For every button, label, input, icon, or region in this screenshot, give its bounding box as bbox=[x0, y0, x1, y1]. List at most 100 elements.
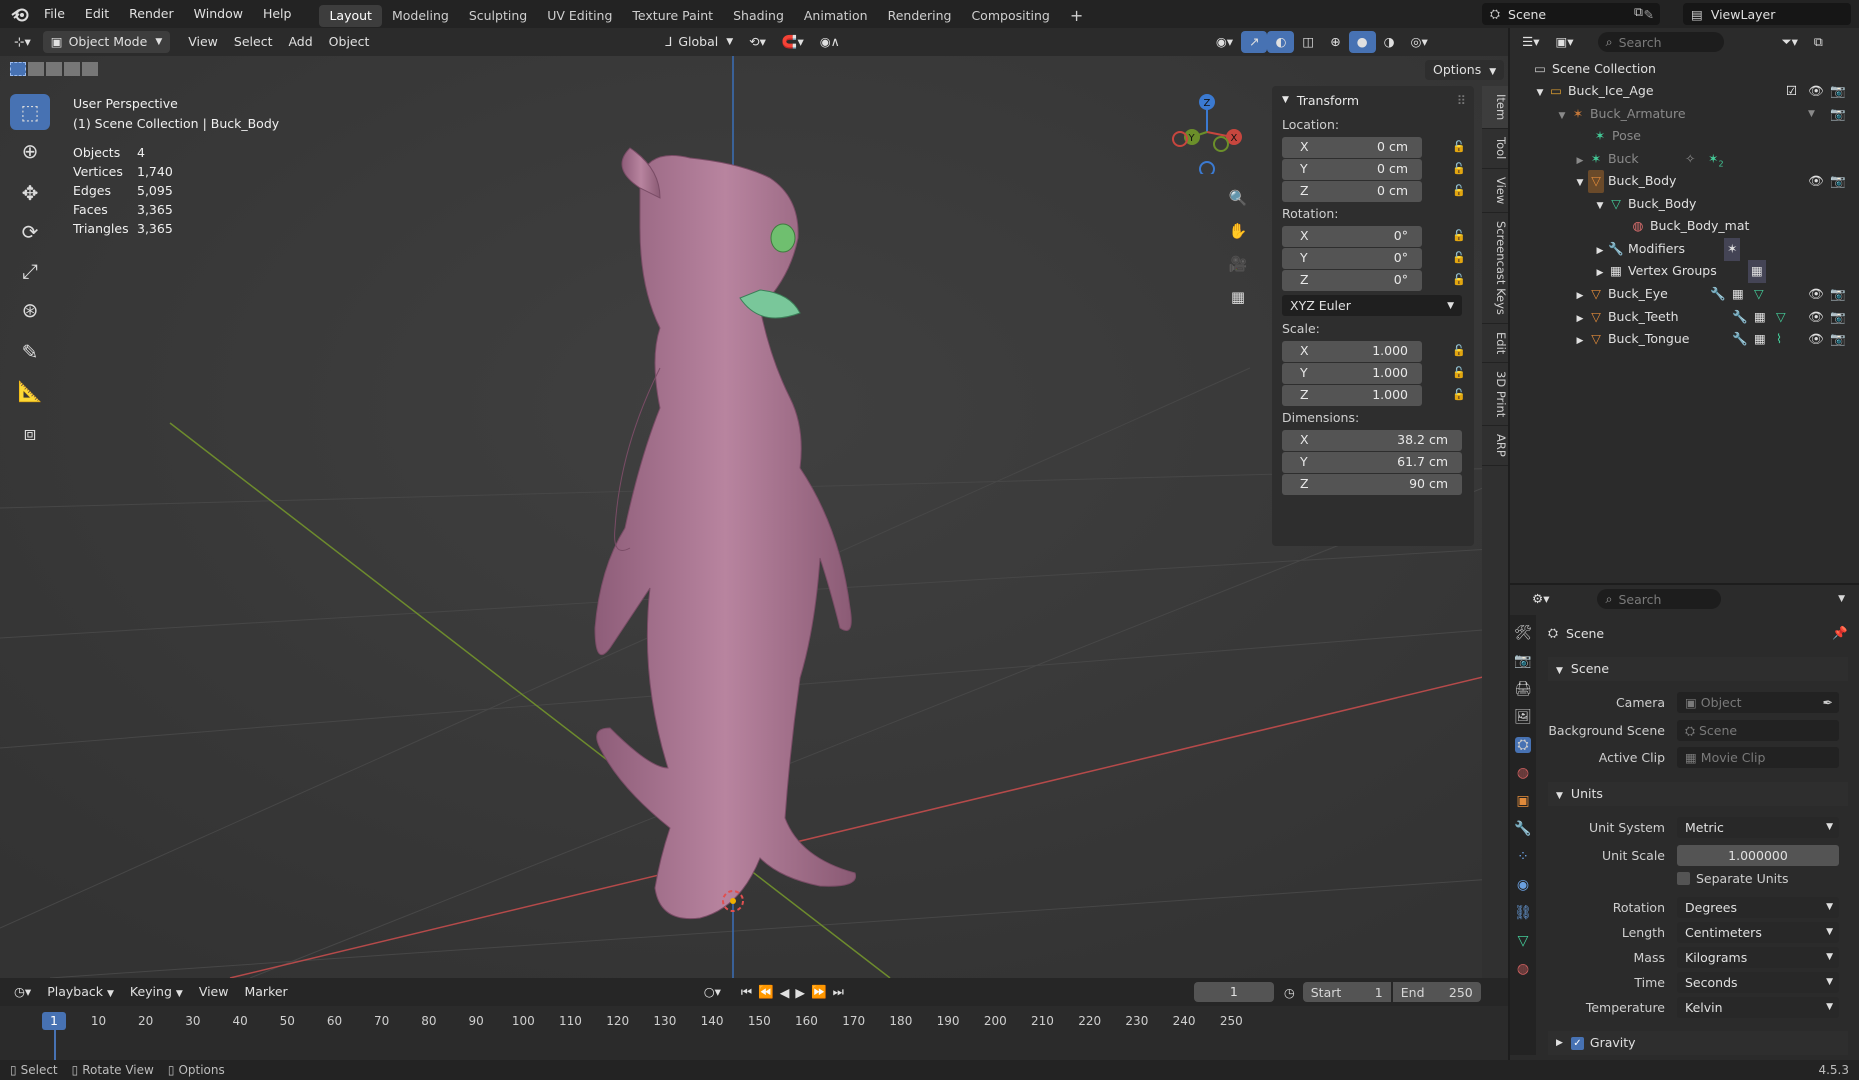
move-tool-icon[interactable]: ✥ bbox=[10, 175, 50, 211]
chevron-right-icon[interactable]: ▶ bbox=[1572, 330, 1588, 353]
add-workspace-button[interactable]: + bbox=[1060, 5, 1093, 27]
menu-render[interactable]: Render bbox=[119, 0, 184, 28]
pin-icon[interactable]: ✎ bbox=[1644, 7, 1654, 22]
pan-hand-icon[interactable]: ✋ bbox=[1224, 217, 1252, 245]
3d-viewport[interactable]: ⊹▾ ▣ Object Mode ▼ View Select Add Objec… bbox=[0, 28, 1508, 978]
menu-playback[interactable]: Playback ▼ bbox=[39, 981, 122, 1003]
menu-select[interactable]: Select bbox=[226, 31, 281, 53]
rotation-mode-dropdown[interactable]: XYZ Euler ▼ bbox=[1282, 295, 1462, 316]
tab-view[interactable]: View bbox=[1482, 169, 1508, 213]
new-scene-icon[interactable]: ⧉ bbox=[1634, 4, 1643, 20]
clock-icon[interactable]: ◷ bbox=[1284, 985, 1295, 1000]
rotation-y-field[interactable]: Y 0° bbox=[1282, 248, 1422, 269]
pivot-icon[interactable]: ⟲▾ bbox=[741, 31, 774, 53]
perspective-grid-icon[interactable]: ▦ bbox=[1224, 283, 1252, 311]
new-collection-icon[interactable]: ⧉ bbox=[1806, 31, 1831, 53]
rotation-x-field[interactable]: X 0° bbox=[1282, 226, 1422, 247]
separate-units-checkbox[interactable]: Separate Units bbox=[1677, 871, 1789, 886]
unit-system-dropdown[interactable]: Metric ▼ bbox=[1677, 817, 1839, 838]
menu-edit[interactable]: Edit bbox=[75, 0, 119, 28]
menu-file[interactable]: File bbox=[34, 0, 75, 28]
viewlayer-selector[interactable]: ▤ ViewLayer bbox=[1683, 3, 1851, 25]
rotation-units-dropdown[interactable]: Degrees ▼ bbox=[1677, 897, 1839, 918]
checkbox-icon[interactable]: ☑ bbox=[1786, 80, 1797, 103]
chevron-right-icon[interactable]: ▶ bbox=[1592, 262, 1608, 285]
length-dropdown[interactable]: Centimeters ▼ bbox=[1677, 922, 1839, 943]
play-icon[interactable]: ▶ bbox=[795, 985, 805, 1000]
tab-layout[interactable]: Layout bbox=[319, 4, 382, 27]
menu-help[interactable]: Help bbox=[253, 0, 302, 28]
scale-tool-icon[interactable]: ⤢ bbox=[10, 253, 50, 289]
tab-compositing[interactable]: Compositing bbox=[961, 5, 1059, 27]
tree-item-pose[interactable]: ✶ Pose bbox=[1510, 125, 1859, 148]
background-scene-field[interactable]: ⛭ Scene bbox=[1677, 720, 1839, 741]
mode-dropdown[interactable]: ▣ Object Mode ▼ bbox=[42, 31, 171, 53]
tab-tool[interactable]: Tool bbox=[1482, 129, 1508, 169]
camera-icon[interactable]: 📷 bbox=[1830, 328, 1846, 351]
dimension-x-field[interactable]: X 38.2 cm bbox=[1282, 430, 1462, 451]
options-dropdown[interactable]: Options ▼ bbox=[1425, 60, 1505, 80]
filter-icon[interactable]: ⏷▾ bbox=[1774, 31, 1806, 53]
shading-material-icon[interactable]: ◑ bbox=[1376, 31, 1403, 53]
menu-add[interactable]: Add bbox=[280, 31, 320, 53]
eye-icon[interactable]: 👁 bbox=[1808, 283, 1824, 306]
eye-icon[interactable]: 👁 bbox=[1808, 306, 1824, 329]
location-z-field[interactable]: Z 0 cm bbox=[1282, 181, 1422, 202]
eye-icon[interactable]: 👁 bbox=[1808, 170, 1824, 193]
chevron-down-icon[interactable]: ▼ bbox=[1808, 103, 1815, 126]
proportional-edit-icon[interactable]: ◉∧ bbox=[812, 31, 848, 53]
overlay-toggle-icon[interactable]: ◐ bbox=[1267, 31, 1295, 53]
auto-keying-icon[interactable]: ○▾ bbox=[696, 981, 729, 1003]
active-clip-field[interactable]: ▦ Movie Clip bbox=[1677, 747, 1839, 768]
add-cube-tool-icon[interactable]: ⧈ bbox=[10, 415, 50, 451]
menu-view[interactable]: View bbox=[180, 31, 226, 53]
select-box-tool-icon[interactable]: ⬚ bbox=[10, 94, 50, 130]
tab-sculpting[interactable]: Sculpting bbox=[459, 5, 537, 27]
cursor-tool-icon[interactable]: ⊕ bbox=[10, 133, 50, 169]
camera-field[interactable]: ▣ Object ✒ bbox=[1677, 692, 1839, 713]
tree-item-vertex-groups[interactable]: ▶ ▦ Vertex Groups ▦ bbox=[1510, 260, 1859, 283]
gravity-section-header[interactable]: ▶ ✓ Gravity bbox=[1548, 1031, 1848, 1055]
tab-uv-editing[interactable]: UV Editing bbox=[537, 5, 622, 27]
tab-item[interactable]: Item bbox=[1482, 86, 1508, 130]
tab-texture-paint[interactable]: Texture Paint bbox=[622, 5, 723, 27]
pin-icon[interactable]: 📌 bbox=[1832, 625, 1848, 641]
lock-icon[interactable]: 🔓 bbox=[1452, 388, 1466, 401]
camera-icon[interactable]: 📷 bbox=[1830, 306, 1846, 329]
units-section-header[interactable]: ▼ Units bbox=[1548, 782, 1848, 806]
location-x-field[interactable]: X 0 cm bbox=[1282, 137, 1422, 158]
render-tab-icon[interactable]: 📷 bbox=[1514, 653, 1531, 669]
tab-animation[interactable]: Animation bbox=[794, 5, 878, 27]
camera-icon[interactable]: 📷 bbox=[1830, 80, 1846, 103]
tab-shading[interactable]: Shading bbox=[723, 5, 794, 27]
transform-tool-icon[interactable]: ⊛ bbox=[10, 292, 50, 328]
jump-keyframe-forward-icon[interactable]: ⏩ bbox=[811, 984, 827, 1000]
tree-item-buck[interactable]: ▶ ✶ Buck ✧ ✶2 bbox=[1510, 148, 1859, 171]
lock-icon[interactable]: 🔓 bbox=[1452, 162, 1466, 175]
chevron-down-icon[interactable]: ▼ bbox=[1532, 82, 1548, 105]
transform-header[interactable]: ▼ Transform ⠿ bbox=[1272, 86, 1474, 114]
drag-handle-icon[interactable]: ⠿ bbox=[1457, 93, 1466, 108]
select-mode-buttons[interactable] bbox=[10, 62, 98, 76]
camera-icon[interactable]: 📷 bbox=[1830, 283, 1846, 306]
menu-object[interactable]: Object bbox=[321, 31, 378, 53]
tree-item-buck-eye[interactable]: ▶ ▽ Buck_Eye 🔧 ▦ ▽ 👁 📷 bbox=[1510, 283, 1859, 306]
display-mode-icon[interactable]: ▣▾ bbox=[1547, 31, 1581, 53]
play-reverse-icon[interactable]: ◀ bbox=[780, 985, 790, 1000]
xray-icon[interactable]: ◫ bbox=[1294, 31, 1322, 53]
camera-view-icon[interactable]: 🎥 bbox=[1224, 250, 1252, 278]
shading-wireframe-icon[interactable]: ⊕ bbox=[1322, 31, 1348, 53]
tree-item-buck-tongue[interactable]: ▶ ▽ Buck_Tongue 🔧 ▦ ⌇ 👁 📷 bbox=[1510, 328, 1859, 351]
scale-z-field[interactable]: Z 1.000 bbox=[1282, 385, 1422, 406]
chevron-down-icon[interactable]: ▼ bbox=[1838, 594, 1845, 604]
shading-rendered-icon[interactable]: ◎▾ bbox=[1403, 31, 1436, 53]
navigation-gizmo[interactable]: Z X Y bbox=[1165, 94, 1245, 174]
measure-tool-icon[interactable]: 📐 bbox=[10, 373, 50, 409]
timeline-editor-icon[interactable]: ◷▾ bbox=[6, 981, 39, 1003]
select-intersect-icon[interactable] bbox=[82, 62, 98, 76]
jump-end-icon[interactable]: ⏭ bbox=[833, 984, 844, 1000]
orientation-dropdown[interactable]: ⅃ Global ▼ bbox=[657, 31, 741, 53]
menu-view[interactable]: View bbox=[191, 981, 237, 1003]
menu-window[interactable]: Window bbox=[184, 0, 253, 28]
rotate-tool-icon[interactable]: ⟳ bbox=[10, 214, 50, 250]
